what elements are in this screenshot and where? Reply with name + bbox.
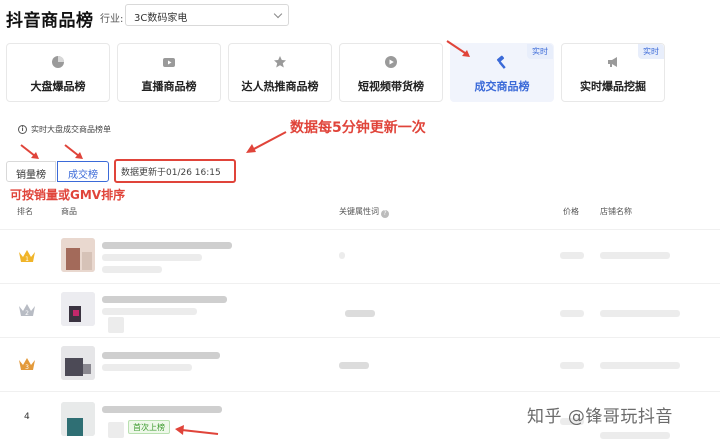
rank-number: 2 — [25, 310, 29, 317]
product-mini-thumbnail — [108, 317, 124, 333]
column-price: 价格 — [563, 207, 579, 216]
product-title-blurred — [102, 364, 192, 371]
first-on-list-tag: 首次上榜 — [128, 420, 170, 434]
store-blurred — [600, 432, 670, 439]
arrow-annotation-icon — [446, 40, 470, 57]
price-blurred — [560, 362, 584, 369]
card-market-hot[interactable]: 大盘爆品榜 — [6, 43, 110, 102]
deal-rank-toggle[interactable]: 成交榜 — [57, 161, 109, 182]
pie-chart-icon — [52, 56, 64, 68]
column-product: 商品 — [61, 207, 77, 216]
product-title-blurred — [102, 406, 222, 413]
column-store: 店铺名称 — [600, 207, 632, 216]
column-keywords-label: 关键属性词 — [339, 207, 379, 216]
column-keywords: 关键属性词? — [339, 206, 389, 218]
product-title-blurred — [102, 352, 220, 359]
silver-crown-icon: 2 — [19, 304, 35, 317]
industry-label: 行业: — [100, 14, 124, 25]
info-icon: i — [18, 125, 27, 134]
rank-number: 1 — [25, 256, 29, 263]
realtime-badge: 实时 — [638, 44, 664, 59]
product-title-blurred — [102, 296, 227, 303]
card-label: 短视频带货榜 — [358, 80, 424, 93]
keywords-blurred — [339, 362, 369, 369]
store-blurred — [600, 362, 680, 369]
card-short-video[interactable]: 短视频带货榜 — [339, 43, 443, 102]
price-blurred — [560, 310, 584, 317]
product-title-blurred — [102, 242, 232, 249]
arrow-annotation-icon — [64, 144, 83, 159]
table-header: 排名 商品 关键属性词? 价格 店铺名称 — [0, 200, 720, 222]
chevron-down-icon — [273, 9, 283, 19]
arrow-annotation-icon — [175, 425, 219, 435]
product-title-blurred — [102, 308, 197, 315]
star-icon — [274, 56, 286, 68]
card-label: 成交商品榜 — [474, 80, 530, 93]
product-thumbnail[interactable] — [61, 292, 95, 326]
realtime-badge: 实时 — [527, 44, 553, 59]
card-live[interactable]: 直播商品榜 — [117, 43, 221, 102]
megaphone-icon — [608, 57, 617, 67]
arrow-annotation-icon — [20, 144, 39, 159]
info-text: 实时大盘成交商品榜单 — [31, 125, 111, 134]
card-label: 直播商品榜 — [141, 80, 197, 93]
update-frequency-annotation: 数据每5分钟更新一次 — [290, 120, 426, 136]
play-icon — [385, 56, 397, 68]
card-label: 大盘爆品榜 — [30, 80, 86, 93]
update-time: 数据更新于01/26 16:15 — [114, 159, 236, 183]
store-blurred — [600, 310, 680, 317]
card-realtime-discovery[interactable]: 实时爆品挖掘 实时 — [561, 43, 665, 102]
arrow-annotation-icon — [246, 131, 287, 153]
page-title: 抖音商品榜 — [6, 11, 94, 31]
keywords-blurred — [345, 310, 375, 317]
column-rank: 排名 — [17, 207, 33, 216]
header: 抖音商品榜 行业: 3C数码家电 — [0, 0, 720, 34]
table-row[interactable]: 3 — [0, 337, 720, 389]
rank-number: 3 — [25, 364, 29, 371]
industry-select[interactable]: 3C数码家电 — [125, 4, 289, 26]
bronze-crown-icon: 3 — [19, 358, 35, 371]
product-thumbnail[interactable] — [61, 238, 95, 272]
price-blurred — [560, 252, 584, 259]
card-label: 达人热推商品榜 — [241, 80, 319, 93]
store-blurred — [600, 252, 670, 259]
card-influencer[interactable]: 达人热推商品榜 — [228, 43, 332, 102]
gold-crown-icon: 1 — [19, 250, 35, 263]
product-mini-thumbnail — [108, 422, 124, 438]
card-label: 实时爆品挖掘 — [580, 80, 646, 93]
product-title-blurred — [102, 254, 202, 261]
sales-rank-toggle[interactable]: 销量榜 — [6, 161, 56, 182]
table-row[interactable]: 2 — [0, 283, 720, 335]
hammer-icon — [496, 55, 506, 69]
help-icon[interactable]: ? — [381, 210, 389, 218]
live-video-icon — [163, 58, 175, 67]
watermark: 知乎 @锋哥玩抖音 — [527, 407, 673, 427]
product-title-blurred — [102, 266, 162, 273]
table-row[interactable]: 1 — [0, 229, 720, 281]
industry-select-value: 3C数码家电 — [134, 13, 188, 24]
keywords-blurred — [339, 252, 345, 259]
product-thumbnail[interactable] — [61, 346, 95, 380]
product-thumbnail[interactable] — [61, 402, 95, 436]
rank-number: 4 — [24, 412, 30, 422]
